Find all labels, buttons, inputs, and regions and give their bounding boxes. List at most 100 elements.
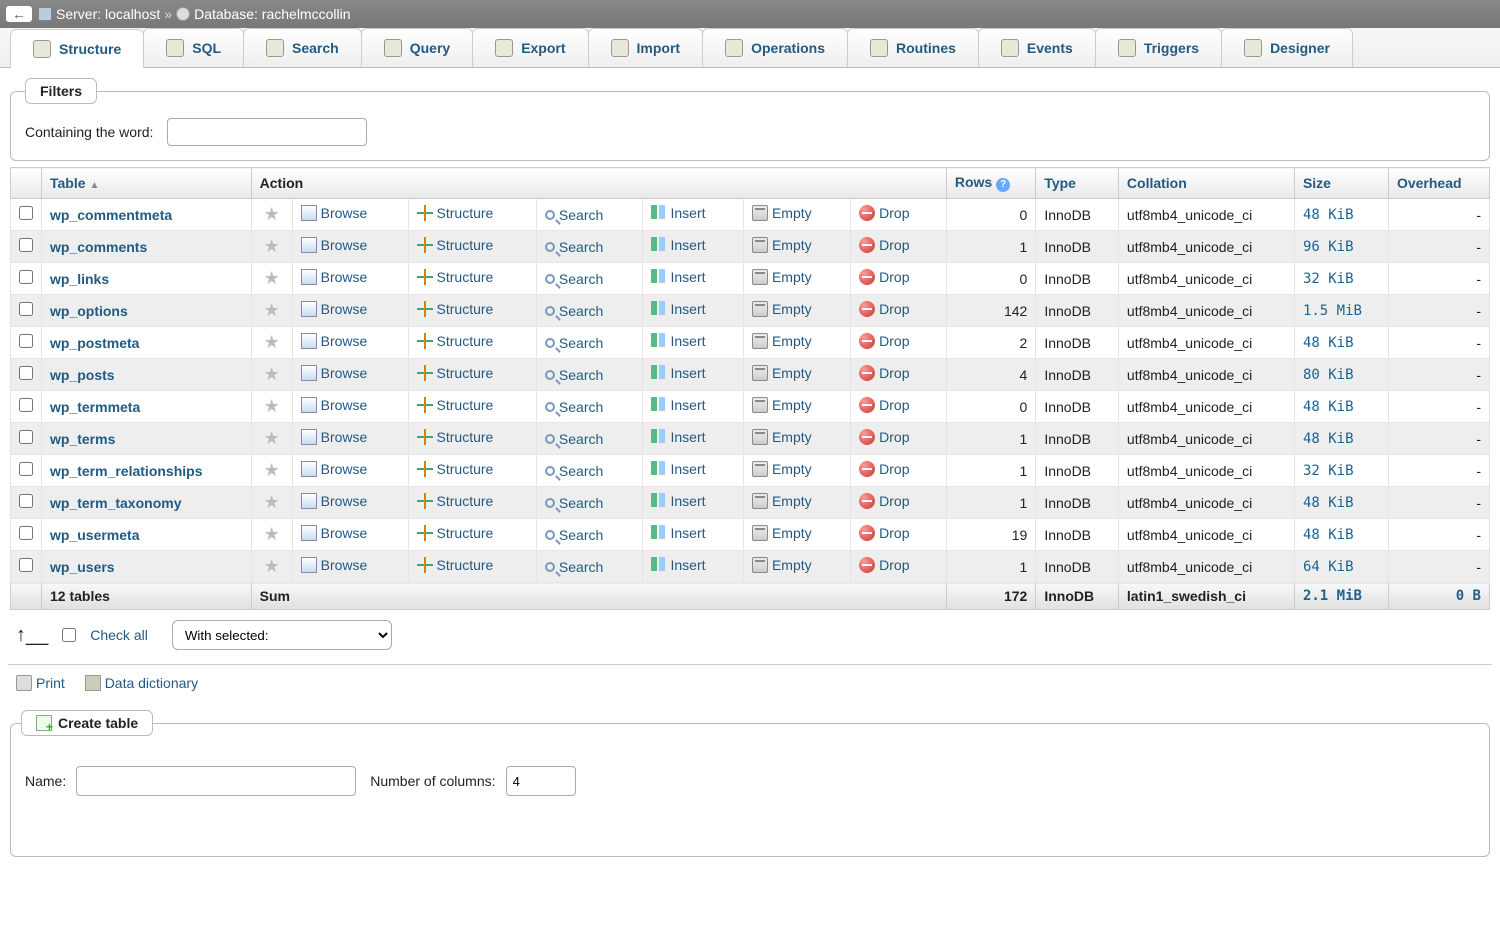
- favorite-star-icon[interactable]: ★: [264, 460, 280, 480]
- empty-link[interactable]: Empty: [752, 301, 812, 317]
- tab-search[interactable]: Search: [243, 28, 362, 67]
- structure-link[interactable]: Structure: [417, 205, 494, 221]
- tab-query[interactable]: Query: [361, 28, 473, 67]
- favorite-star-icon[interactable]: ★: [264, 524, 280, 544]
- empty-link[interactable]: Empty: [752, 333, 812, 349]
- drop-link[interactable]: Drop: [859, 429, 909, 445]
- browse-link[interactable]: Browse: [301, 461, 368, 477]
- empty-link[interactable]: Empty: [752, 237, 812, 253]
- search-link[interactable]: Search: [545, 239, 603, 255]
- drop-link[interactable]: Drop: [859, 525, 909, 541]
- create-cols-input[interactable]: [506, 766, 576, 796]
- browse-link[interactable]: Browse: [301, 301, 368, 317]
- tab-import[interactable]: Import: [588, 28, 704, 67]
- tab-routines[interactable]: Routines: [847, 28, 979, 67]
- back-button[interactable]: ←: [6, 6, 32, 22]
- favorite-star-icon[interactable]: ★: [264, 556, 280, 576]
- insert-link[interactable]: Insert: [651, 301, 706, 317]
- drop-link[interactable]: Drop: [859, 237, 909, 253]
- table-name-link[interactable]: wp_termmeta: [50, 399, 140, 415]
- table-name-link[interactable]: wp_postmeta: [50, 335, 139, 351]
- insert-link[interactable]: Insert: [651, 429, 706, 445]
- search-link[interactable]: Search: [545, 271, 603, 287]
- favorite-star-icon[interactable]: ★: [264, 268, 280, 288]
- row-checkbox[interactable]: [19, 206, 33, 220]
- browse-link[interactable]: Browse: [301, 365, 368, 381]
- browse-link[interactable]: Browse: [301, 493, 368, 509]
- drop-link[interactable]: Drop: [859, 557, 909, 573]
- tab-sql[interactable]: SQL: [143, 28, 244, 67]
- insert-link[interactable]: Insert: [651, 269, 706, 285]
- drop-link[interactable]: Drop: [859, 397, 909, 413]
- empty-link[interactable]: Empty: [752, 557, 812, 573]
- structure-link[interactable]: Structure: [417, 365, 494, 381]
- insert-link[interactable]: Insert: [651, 557, 706, 573]
- create-name-input[interactable]: [76, 766, 356, 796]
- table-name-link[interactable]: wp_term_taxonomy: [50, 495, 181, 511]
- table-name-link[interactable]: wp_links: [50, 271, 109, 287]
- rows-help-icon[interactable]: ?: [996, 178, 1010, 192]
- row-checkbox[interactable]: [19, 334, 33, 348]
- print-link[interactable]: Print: [16, 675, 65, 691]
- insert-link[interactable]: Insert: [651, 237, 706, 253]
- search-link[interactable]: Search: [545, 207, 603, 223]
- search-link[interactable]: Search: [545, 527, 603, 543]
- structure-link[interactable]: Structure: [417, 429, 494, 445]
- insert-link[interactable]: Insert: [651, 365, 706, 381]
- table-name-link[interactable]: wp_commentmeta: [50, 207, 172, 223]
- tab-structure[interactable]: Structure: [10, 29, 144, 68]
- row-checkbox[interactable]: [19, 302, 33, 316]
- empty-link[interactable]: Empty: [752, 269, 812, 285]
- col-collation[interactable]: Collation: [1118, 168, 1294, 199]
- empty-link[interactable]: Empty: [752, 365, 812, 381]
- browse-link[interactable]: Browse: [301, 237, 368, 253]
- col-size[interactable]: Size: [1294, 168, 1388, 199]
- table-name-link[interactable]: wp_posts: [50, 367, 115, 383]
- empty-link[interactable]: Empty: [752, 493, 812, 509]
- database-name[interactable]: rachelmccollin: [262, 6, 351, 22]
- empty-link[interactable]: Empty: [752, 525, 812, 541]
- row-checkbox[interactable]: [19, 526, 33, 540]
- empty-link[interactable]: Empty: [752, 397, 812, 413]
- drop-link[interactable]: Drop: [859, 461, 909, 477]
- col-rows[interactable]: Rows?: [946, 168, 1035, 199]
- check-all-link[interactable]: Check all: [90, 627, 148, 643]
- row-checkbox[interactable]: [19, 494, 33, 508]
- structure-link[interactable]: Structure: [417, 525, 494, 541]
- structure-link[interactable]: Structure: [417, 301, 494, 317]
- search-link[interactable]: Search: [545, 495, 603, 511]
- search-link[interactable]: Search: [545, 303, 603, 319]
- favorite-star-icon[interactable]: ★: [264, 364, 280, 384]
- col-table[interactable]: Table▲: [42, 168, 252, 199]
- row-checkbox[interactable]: [19, 462, 33, 476]
- drop-link[interactable]: Drop: [859, 301, 909, 317]
- structure-link[interactable]: Structure: [417, 461, 494, 477]
- insert-link[interactable]: Insert: [651, 493, 706, 509]
- insert-link[interactable]: Insert: [651, 205, 706, 221]
- structure-link[interactable]: Structure: [417, 493, 494, 509]
- structure-link[interactable]: Structure: [417, 397, 494, 413]
- drop-link[interactable]: Drop: [859, 333, 909, 349]
- browse-link[interactable]: Browse: [301, 525, 368, 541]
- drop-link[interactable]: Drop: [859, 205, 909, 221]
- table-name-link[interactable]: wp_term_relationships: [50, 463, 203, 479]
- structure-link[interactable]: Structure: [417, 333, 494, 349]
- empty-link[interactable]: Empty: [752, 205, 812, 221]
- drop-link[interactable]: Drop: [859, 493, 909, 509]
- filters-input[interactable]: [167, 118, 367, 146]
- row-checkbox[interactable]: [19, 430, 33, 444]
- browse-link[interactable]: Browse: [301, 397, 368, 413]
- tab-events[interactable]: Events: [978, 28, 1096, 67]
- favorite-star-icon[interactable]: ★: [264, 492, 280, 512]
- search-link[interactable]: Search: [545, 335, 603, 351]
- tab-designer[interactable]: Designer: [1221, 28, 1353, 67]
- search-link[interactable]: Search: [545, 463, 603, 479]
- empty-link[interactable]: Empty: [752, 461, 812, 477]
- insert-link[interactable]: Insert: [651, 333, 706, 349]
- table-name-link[interactable]: wp_comments: [50, 239, 147, 255]
- row-checkbox[interactable]: [19, 238, 33, 252]
- row-checkbox[interactable]: [19, 558, 33, 572]
- check-all-checkbox[interactable]: [62, 628, 76, 642]
- favorite-star-icon[interactable]: ★: [264, 332, 280, 352]
- row-checkbox[interactable]: [19, 366, 33, 380]
